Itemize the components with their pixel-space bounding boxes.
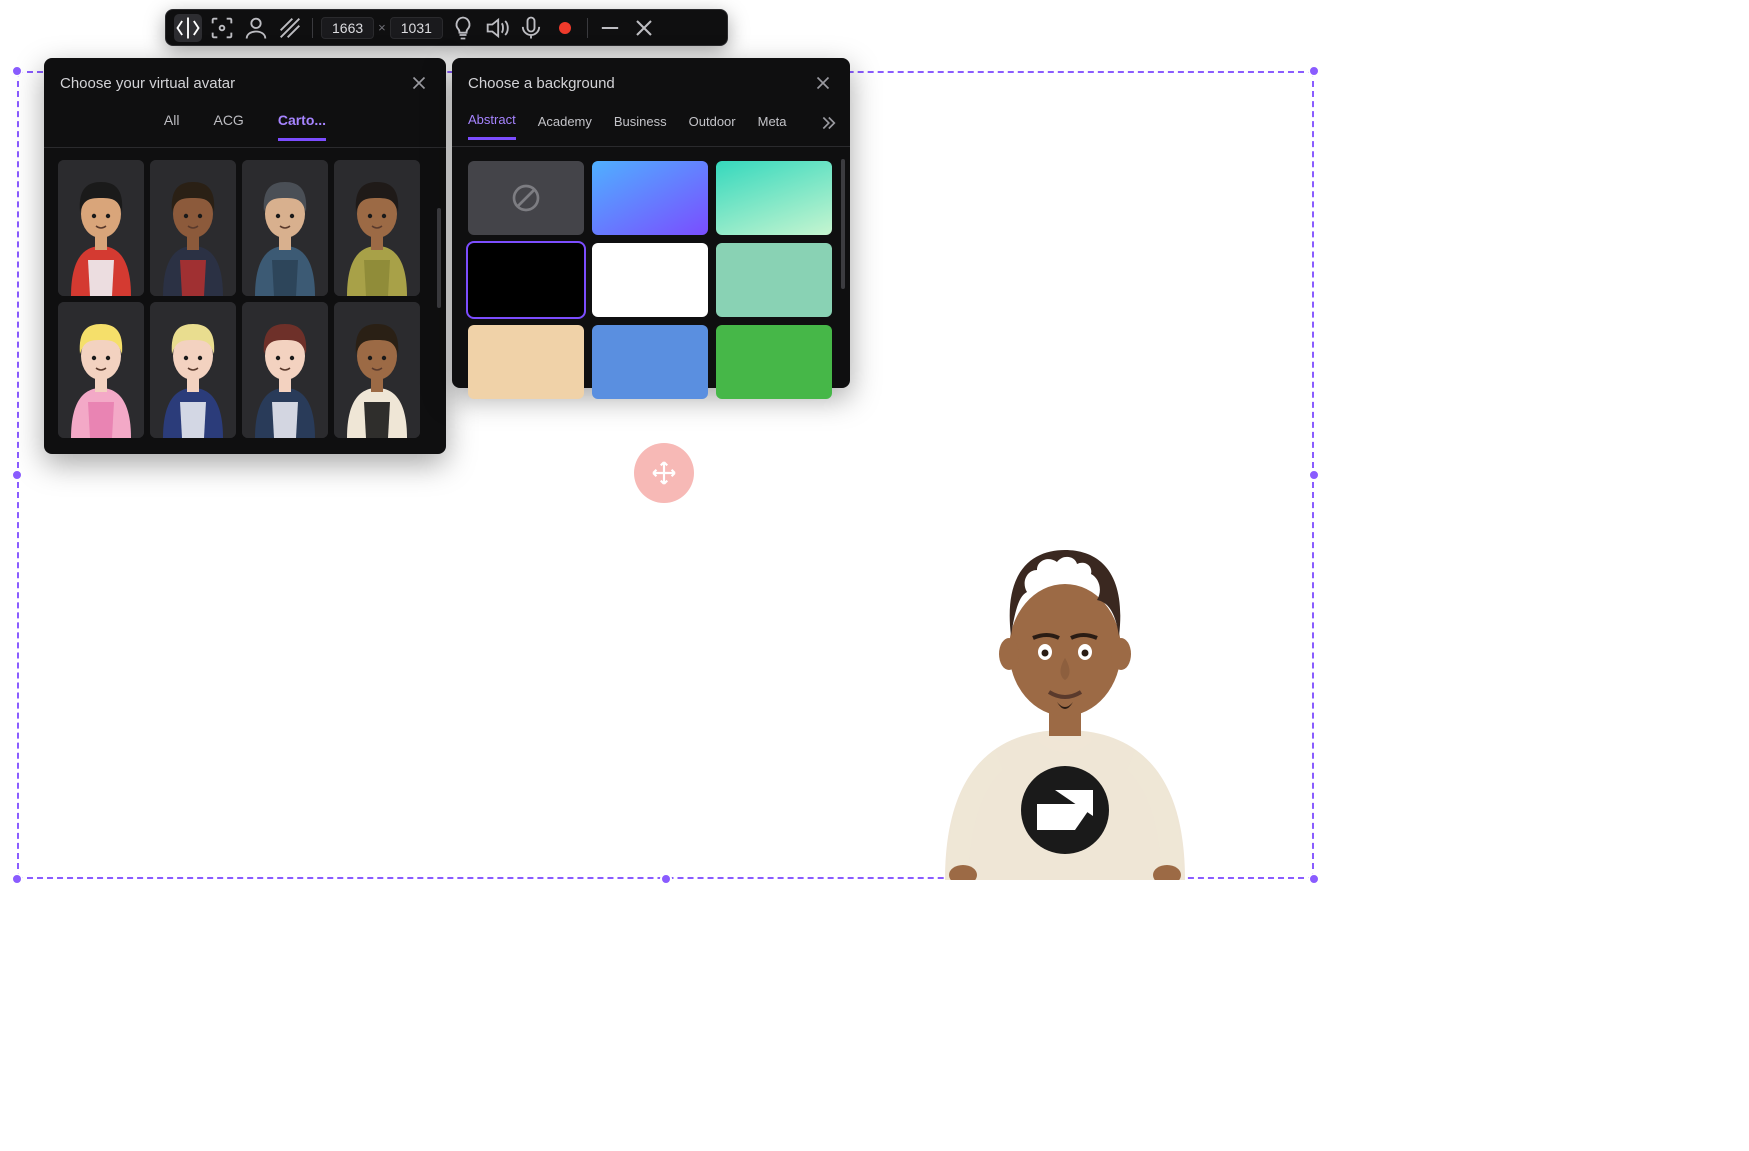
- tab-cartoon[interactable]: Carto...: [278, 106, 326, 141]
- avatar-scrollbar[interactable]: [437, 208, 441, 308]
- avatar-panel-header: Choose your virtual avatar: [44, 58, 446, 106]
- bg-swatch[interactable]: [716, 325, 832, 399]
- background-grid: [452, 147, 850, 413]
- avatar-panel-close-icon[interactable]: [408, 72, 430, 94]
- tab-outdoor[interactable]: Outdoor: [689, 108, 736, 139]
- avatar-icon[interactable]: [242, 14, 270, 42]
- dimensions-readout: 1663 × 1031: [321, 17, 443, 39]
- tab-abstract[interactable]: Abstract: [468, 106, 516, 140]
- avatar-panel: Choose your virtual avatar All ACG Carto…: [44, 58, 446, 454]
- recorder-toolbar: 1663 × 1031: [165, 9, 728, 46]
- resize-handle-bottom-left[interactable]: [11, 873, 23, 885]
- speaker-icon[interactable]: [483, 14, 511, 42]
- microphone-icon[interactable]: [517, 14, 545, 42]
- resize-handle-bottom-right[interactable]: [1308, 873, 1320, 885]
- bg-swatch[interactable]: [592, 243, 708, 317]
- no-background-icon: [510, 182, 542, 214]
- mirror-icon[interactable]: [174, 14, 202, 42]
- avatar-tabs: All ACG Carto...: [44, 106, 446, 148]
- resize-handle-mid-right[interactable]: [1308, 469, 1320, 481]
- tab-academy[interactable]: Academy: [538, 108, 592, 139]
- focus-icon[interactable]: [208, 14, 236, 42]
- bg-swatch[interactable]: [716, 243, 832, 317]
- separator: [312, 18, 313, 38]
- background-tabs: Abstract Academy Business Outdoor Meta: [452, 106, 850, 147]
- tab-acg[interactable]: ACG: [213, 106, 243, 141]
- background-panel: Choose a background Abstract Academy Bus…: [452, 58, 850, 388]
- tab-all[interactable]: All: [164, 106, 180, 141]
- background-panel-close-icon[interactable]: [812, 72, 834, 94]
- avatar-thumb[interactable]: [242, 160, 328, 296]
- separator: [587, 18, 588, 38]
- more-tabs-icon[interactable]: [816, 112, 838, 134]
- resize-handle-mid-bottom[interactable]: [660, 873, 672, 885]
- record-dot-icon: [559, 22, 571, 34]
- minimize-icon[interactable]: [596, 14, 624, 42]
- background-panel-title: Choose a background: [468, 75, 615, 92]
- avatar-thumb[interactable]: [58, 302, 144, 438]
- bg-swatch[interactable]: [468, 325, 584, 399]
- bg-swatch[interactable]: [592, 325, 708, 399]
- resize-handle-top-right[interactable]: [1308, 65, 1320, 77]
- avatar-grid: [44, 148, 446, 452]
- tab-meta[interactable]: Meta: [758, 108, 787, 139]
- avatar-thumb[interactable]: [334, 302, 420, 438]
- background-panel-header: Choose a background: [452, 58, 850, 106]
- bg-swatch[interactable]: [716, 161, 832, 235]
- height-value[interactable]: 1031: [390, 17, 443, 39]
- avatar-thumb[interactable]: [150, 160, 236, 296]
- avatar-thumb[interactable]: [242, 302, 328, 438]
- background-scrollbar[interactable]: [841, 159, 845, 289]
- avatar-thumb[interactable]: [58, 160, 144, 296]
- avatar-thumb[interactable]: [150, 302, 236, 438]
- stage-avatar[interactable]: [925, 510, 1205, 880]
- bg-none[interactable]: [468, 161, 584, 235]
- lightbulb-icon[interactable]: [449, 14, 477, 42]
- resize-handle-mid-left[interactable]: [11, 469, 23, 481]
- resize-handle-top-left[interactable]: [11, 65, 23, 77]
- avatar-panel-title: Choose your virtual avatar: [60, 75, 235, 92]
- move-handle[interactable]: [634, 443, 694, 503]
- record-button[interactable]: [551, 14, 579, 42]
- bg-swatch[interactable]: [468, 243, 584, 317]
- texture-icon[interactable]: [276, 14, 304, 42]
- bg-swatch[interactable]: [592, 161, 708, 235]
- move-icon: [651, 460, 677, 486]
- close-icon[interactable]: [630, 14, 658, 42]
- avatar-thumb[interactable]: [334, 160, 420, 296]
- times-icon: ×: [378, 20, 386, 35]
- width-value[interactable]: 1663: [321, 17, 374, 39]
- tab-business[interactable]: Business: [614, 108, 667, 139]
